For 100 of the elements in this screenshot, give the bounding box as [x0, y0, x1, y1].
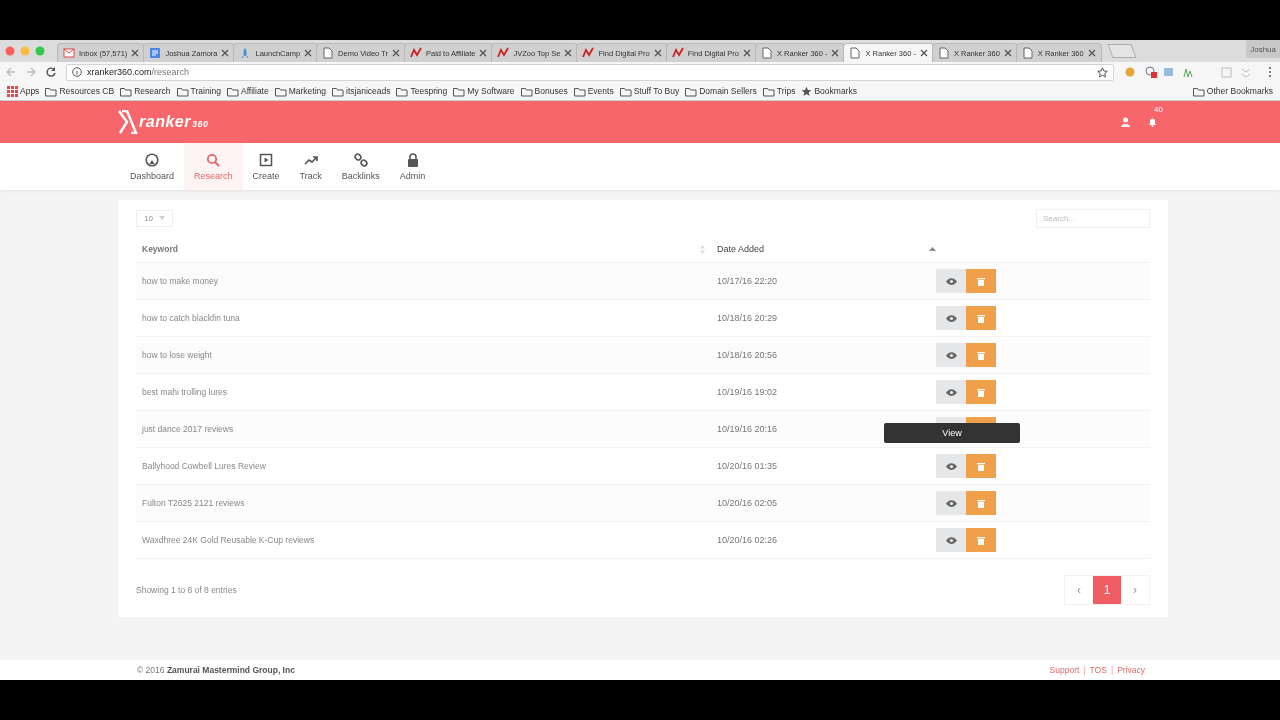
bookmark-item[interactable]: Apps: [7, 85, 40, 97]
view-button[interactable]: [936, 269, 966, 293]
eye-icon: [945, 536, 957, 544]
folder-icon: [227, 85, 239, 97]
info-icon: [72, 67, 82, 77]
bookmark-item[interactable]: Affiliate: [227, 85, 269, 97]
search-icon: [206, 152, 221, 167]
delete-button[interactable]: [966, 454, 996, 478]
delete-button[interactable]: [966, 306, 996, 330]
document-icon: [149, 47, 162, 59]
column-header[interactable]: Date Added: [711, 244, 936, 254]
date-cell-text: 10/18/16 20:29: [716, 313, 779, 323]
bookmark-item[interactable]: Bonuses: [520, 85, 568, 97]
nav-tab[interactable]: Track: [289, 143, 332, 190]
tooltip: View: [884, 423, 1020, 443]
dashboard-icon: [145, 152, 159, 167]
bookmark-item[interactable]: Other Bookmarks: [1192, 85, 1273, 97]
zigzag-icon: [410, 47, 422, 59]
eye-icon: [945, 462, 957, 470]
sort-icon: [700, 244, 705, 254]
close-icon: [1087, 49, 1096, 57]
view-button[interactable]: [936, 306, 966, 330]
bookmark-item[interactable]: My Software: [453, 85, 515, 97]
close-icon: [743, 49, 752, 57]
reload-icon: [46, 67, 56, 77]
page-length-select[interactable]: 10: [136, 209, 173, 227]
page-icon: [849, 47, 862, 59]
view-button[interactable]: [936, 454, 966, 478]
nav-tab[interactable]: Dashboard: [120, 143, 185, 190]
keyword-cell-text: Fulton T2625 2121 reviews: [141, 497, 246, 510]
column-header[interactable]: Keyword: [136, 236, 711, 262]
close-icon: [392, 49, 400, 57]
logo-text: ranker360: [139, 113, 209, 131]
page-icon: [322, 47, 335, 59]
date-cell-text: 10/20/16 01:35: [716, 461, 779, 471]
date-cell-text: 10/18/16 20:56: [716, 350, 779, 360]
close-icon: [479, 49, 488, 57]
profile-button[interactable]: Joshua: [1246, 40, 1280, 58]
star-icon: [1097, 66, 1108, 78]
lock-icon: [405, 152, 420, 167]
sort-ascending-icon: [929, 247, 936, 251]
bookmark-item[interactable]: itsjaniceads: [332, 85, 391, 97]
delete-button[interactable]: [966, 269, 996, 293]
user-icon: [1121, 117, 1130, 127]
folder-icon: [573, 85, 586, 97]
keyword-cell-text: how to make money: [141, 275, 220, 288]
bookmark-item[interactable]: Trips: [762, 85, 796, 97]
copyright-text: © 2016 Zamurai Mastermind Group, Inc: [137, 665, 295, 675]
bookmark-item[interactable]: Marketing: [274, 85, 327, 97]
close-icon: [131, 49, 140, 57]
view-button[interactable]: [936, 380, 966, 404]
eye-icon: [945, 277, 957, 285]
new-tab-button[interactable]: [1107, 44, 1137, 58]
bookmark-item[interactable]: Resources CB: [45, 85, 115, 97]
mail-icon: [63, 47, 75, 59]
nav-tab[interactable]: Admin: [389, 143, 436, 190]
trash-icon: [977, 387, 985, 397]
address-field[interactable]: xranker360.com/research: [66, 63, 1114, 81]
close-icon: [1003, 49, 1012, 57]
star-icon: [801, 85, 813, 97]
eye-icon: [945, 314, 957, 322]
date-cell-text: 10/17/16 22:20: [716, 276, 779, 286]
link-icon: [353, 152, 368, 167]
bookmark-item[interactable]: Teespring: [396, 85, 448, 97]
nav-tab[interactable]: Backlinks: [331, 143, 390, 190]
url-text: xranker360.com/research: [87, 67, 190, 77]
date-cell-text: 10/20/16 02:05: [716, 498, 779, 508]
separator: |: [1082, 665, 1087, 675]
page-icon: [761, 47, 774, 59]
date-cell-text: 10/19/16 20:16: [716, 424, 779, 434]
bookmark-item[interactable]: Stuff To Buy: [619, 85, 680, 97]
trash-icon: [977, 350, 985, 360]
folder-icon: [1192, 85, 1205, 97]
trash-icon: [977, 276, 985, 286]
view-button[interactable]: [936, 343, 966, 367]
bookmark-item[interactable]: Domain Sellers: [685, 85, 757, 97]
view-button[interactable]: [936, 491, 966, 515]
bookmark-item[interactable]: Research: [120, 85, 171, 97]
keyword-cell-text: Waxdhree 24K Gold Reusable K-Cup reviews: [141, 534, 316, 547]
close-icon: [653, 49, 662, 57]
bookmark-item[interactable]: Bookmarks: [801, 85, 857, 97]
trash-icon: [977, 461, 985, 471]
delete-button[interactable]: [966, 380, 996, 404]
bookmark-item[interactable]: Events: [573, 85, 614, 97]
delete-button[interactable]: [966, 528, 996, 552]
trash-icon: [977, 498, 985, 508]
view-button[interactable]: [936, 528, 966, 552]
folder-icon: [520, 85, 533, 97]
footer-link[interactable]: Support: [1049, 665, 1080, 675]
delete-button[interactable]: [966, 343, 996, 367]
footer-link[interactable]: TOS: [1089, 665, 1107, 675]
folder-icon: [332, 85, 345, 97]
bell-icon: [1148, 117, 1157, 127]
delete-button[interactable]: [966, 491, 996, 515]
nav-tab[interactable]: Create: [242, 143, 290, 190]
eye-icon: [945, 351, 957, 359]
back-icon: [6, 67, 16, 77]
bookmark-item[interactable]: Training: [176, 85, 221, 97]
eye-icon: [945, 499, 957, 507]
search-field[interactable]: Search...: [1036, 208, 1150, 228]
